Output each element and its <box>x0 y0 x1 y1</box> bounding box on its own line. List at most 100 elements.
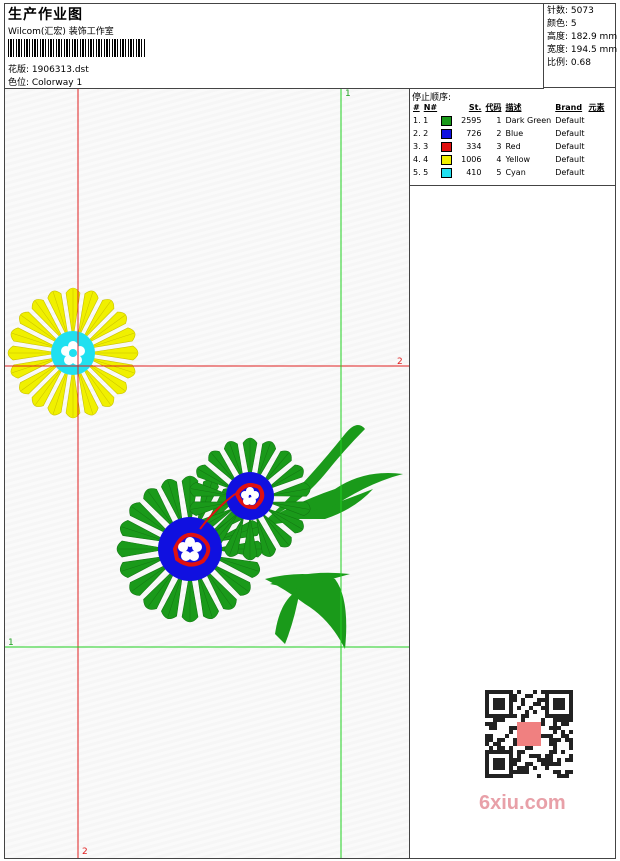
qr-module <box>541 706 545 710</box>
watermark-text: 6xiu.com <box>479 792 566 814</box>
qr-module <box>557 718 561 722</box>
stat-height: 高度: 182.9 mm <box>547 32 618 42</box>
color-table-row[interactable]: 3. 3 334 3 Red Default <box>411 140 606 153</box>
color-swatch <box>439 127 459 140</box>
qr-module <box>485 722 489 726</box>
qr-module <box>509 746 513 750</box>
cell-brand: Default <box>555 142 585 151</box>
qr-module <box>541 758 545 762</box>
qr-module <box>549 738 553 742</box>
qr-module <box>493 698 505 710</box>
qr-module <box>553 750 557 754</box>
qr-module <box>501 718 505 722</box>
qr-module <box>557 738 561 742</box>
qr-module <box>521 702 525 706</box>
qr-module <box>513 726 517 730</box>
qr-module <box>565 722 569 726</box>
qr-module <box>485 734 489 738</box>
qr-module <box>525 694 529 698</box>
qr-code <box>471 684 587 784</box>
color-swatch <box>439 153 459 166</box>
qr-module <box>493 722 497 726</box>
cell-desc: Cyan <box>505 168 526 177</box>
qr-module <box>549 726 553 730</box>
yellow-daisy <box>7 287 139 419</box>
qr-module <box>565 718 569 722</box>
qr-module <box>489 726 493 730</box>
stat-scale: 比例: 0.68 <box>547 58 591 68</box>
qr-module <box>497 746 501 750</box>
design-canvas[interactable]: 1 2 1 2 <box>5 89 410 858</box>
qr-module <box>529 762 533 766</box>
stat-stitches: 针数: 5073 <box>547 6 594 16</box>
qr-module <box>489 738 493 742</box>
qr-module <box>493 726 497 730</box>
qr-module <box>557 770 561 774</box>
cell-desc: Yellow <box>505 155 531 164</box>
qr-module <box>541 718 545 722</box>
qr-module <box>525 770 529 774</box>
row-index: 5. 5 <box>413 168 429 177</box>
design-stats: 针数: 5073 颜色: 5 高度: 182.9 mm 宽度: 194.5 mm… <box>543 4 618 88</box>
qr-module <box>553 730 557 734</box>
qr-module <box>513 694 517 698</box>
color-swatch-box <box>441 128 453 139</box>
qr-module <box>545 758 549 762</box>
color-table-row[interactable]: 1. 1 2595 1 Dark Green Default <box>411 114 606 127</box>
qr-module <box>541 734 545 738</box>
qr-module <box>525 762 529 766</box>
cell-stitches: 2595 <box>461 116 482 125</box>
qr-module <box>569 746 573 750</box>
green-vertical-guide-label: 1 <box>345 89 351 99</box>
color-swatch <box>439 166 459 179</box>
qr-module <box>553 726 557 730</box>
qr-module <box>553 770 557 774</box>
cell-desc: Dark Green <box>505 116 552 125</box>
qr-module <box>537 754 541 758</box>
qr-module <box>541 698 545 702</box>
qr-module <box>549 750 553 754</box>
qr-module <box>549 742 553 746</box>
qr-module <box>529 746 533 750</box>
cell-code: 2 <box>496 129 502 138</box>
qr-module <box>497 718 501 722</box>
qr-module <box>565 734 569 738</box>
cell-stitches: 726 <box>466 129 482 138</box>
qr-module <box>509 726 513 730</box>
qr-module <box>489 734 493 738</box>
qr-module <box>553 746 557 750</box>
red-horizontal-guide-label: 2 <box>397 357 403 367</box>
stat-width: 宽度: 194.5 mm <box>547 45 618 55</box>
color-table-row[interactable]: 2. 2 726 2 Blue Default <box>411 127 606 140</box>
cell-code: 3 <box>496 142 502 151</box>
qr-module <box>521 714 525 718</box>
qr-module <box>565 738 569 742</box>
stat-colors: 颜色: 5 <box>547 19 577 29</box>
qr-module <box>513 714 517 718</box>
qr-module <box>493 742 497 746</box>
cell-element <box>586 127 606 140</box>
qr-module <box>541 722 545 726</box>
qr-module <box>561 722 565 726</box>
qr-module <box>561 730 565 734</box>
qr-module <box>513 738 517 742</box>
color-table-row[interactable]: 5. 5 410 5 Cyan Default <box>411 166 606 179</box>
qr-module <box>569 738 573 742</box>
cell-brand: Default <box>555 129 585 138</box>
color-swatch-box <box>441 167 453 178</box>
qr-module <box>525 746 529 750</box>
qr-module <box>549 754 553 758</box>
color-table-row[interactable]: 4. 4 1006 4 Yellow Default <box>411 153 606 166</box>
color-swatch-box <box>441 115 453 126</box>
row-index: 3. 3 <box>413 142 429 151</box>
qr-module <box>553 738 557 742</box>
qr-module <box>561 750 565 754</box>
qr-module <box>569 730 573 734</box>
qr-module <box>517 750 521 754</box>
production-worksheet: 生产作业图 Wilcom(汇宏) 装饰工作室 花版: 1906313.dst 色… <box>4 3 618 859</box>
qr-module <box>517 690 521 694</box>
qr-module <box>493 718 497 722</box>
qr-module <box>549 762 553 766</box>
color-swatch-box <box>441 154 453 165</box>
qr-module <box>501 738 505 742</box>
